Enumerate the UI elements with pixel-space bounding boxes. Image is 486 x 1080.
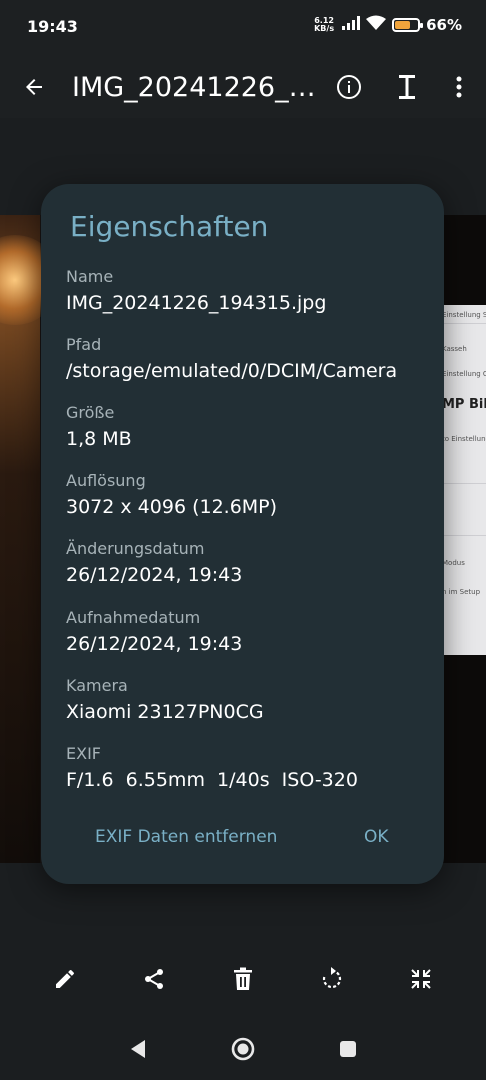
- property-value: 26/12/2024, 19:43: [66, 633, 243, 655]
- network-speed: 6.12 KB/s: [314, 17, 334, 33]
- delete-icon[interactable]: [226, 962, 260, 996]
- screen-text: Modus: [442, 559, 465, 567]
- remove-exif-button[interactable]: EXIF Daten entfernen: [95, 827, 277, 847]
- screen-text: Kasseh: [442, 345, 467, 353]
- system-nav-bar: [0, 1018, 486, 1080]
- screen-divider: [440, 323, 486, 324]
- property-value: 26/12/2024, 19:43: [66, 564, 243, 586]
- dialog-title: Eigenschaften: [70, 210, 269, 243]
- property-label: Änderungsdatum: [66, 539, 205, 558]
- property-modified-date: Änderungsdatum 26/12/2024, 19:43: [66, 538, 426, 588]
- app-bar: IMG_20241226_19…: [0, 56, 486, 118]
- network-speed-unit: KB/s: [314, 24, 335, 33]
- property-resolution: Auflösung 3072 x 4096 (12.6MP): [66, 470, 426, 520]
- nav-back-icon[interactable]: [123, 1034, 153, 1064]
- property-label: EXIF: [66, 744, 101, 763]
- property-label: Kamera: [66, 676, 128, 695]
- property-exif: EXIF F/1.6 6.55mm 1/40s ISO-320: [66, 743, 426, 793]
- screen-divider: [440, 535, 486, 536]
- status-indicators: 6.12 KB/s 66%: [314, 15, 462, 35]
- info-icon[interactable]: [332, 70, 366, 104]
- property-label: Aufnahmedatum: [66, 608, 201, 627]
- rotate-icon[interactable]: [315, 962, 349, 996]
- property-label: Name: [66, 267, 114, 286]
- wifi-icon: [366, 15, 387, 35]
- collapse-icon[interactable]: [404, 962, 438, 996]
- photo-left-area: [0, 215, 60, 863]
- image-title: IMG_20241226_19…: [72, 72, 322, 103]
- text-cursor-icon[interactable]: [390, 70, 424, 104]
- property-value: 1,8 MB: [66, 428, 132, 450]
- properties-dialog: Eigenschaften Name IMG_20241226_194315.j…: [41, 184, 444, 884]
- property-label: Pfad: [66, 335, 102, 354]
- ok-button[interactable]: OK: [364, 827, 389, 847]
- back-arrow-icon[interactable]: [17, 70, 51, 104]
- status-bar: 19:43 6.12 KB/s 66%: [0, 0, 486, 56]
- screen-text: to Einstellunge: [442, 435, 486, 443]
- status-time: 19:43: [27, 17, 78, 36]
- bottom-action-bar: [0, 945, 486, 1013]
- nav-home-icon[interactable]: [228, 1034, 258, 1064]
- screen-heading: MP Bilde: [442, 397, 486, 412]
- photo-monitor-screen: Einstellung SUMP Kasseh Einstellung Ordn…: [440, 305, 486, 655]
- screen-text: Einstellung Ordnun: [442, 370, 486, 378]
- edit-icon[interactable]: [48, 962, 82, 996]
- screen-text: Einstellung SUMP: [442, 311, 486, 319]
- property-name: Name IMG_20241226_194315.jpg: [66, 266, 426, 316]
- battery-level: [395, 21, 411, 29]
- property-value: IMG_20241226_194315.jpg: [66, 292, 327, 314]
- property-path: Pfad /storage/emulated/0/DCIM/Camera: [66, 334, 426, 384]
- property-value: /storage/emulated/0/DCIM/Camera: [66, 360, 398, 382]
- share-icon[interactable]: [137, 962, 171, 996]
- property-value: 3072 x 4096 (12.6MP): [66, 496, 278, 518]
- property-size: Größe 1,8 MB: [66, 402, 426, 452]
- screen-text: n im Setup: [442, 588, 481, 596]
- more-vert-icon[interactable]: [442, 70, 476, 104]
- property-value: Xiaomi 23127PN0CG: [66, 701, 264, 723]
- battery-percent: 66%: [426, 16, 462, 34]
- property-camera: Kamera Xiaomi 23127PN0CG: [66, 675, 426, 725]
- signal-icon: [342, 16, 361, 34]
- property-capture-date: Aufnahmedatum 26/12/2024, 19:43: [66, 607, 426, 657]
- property-value: F/1.6 6.55mm 1/40s ISO-320: [66, 769, 358, 791]
- screen-divider: [440, 483, 486, 484]
- property-label: Auflösung: [66, 471, 146, 490]
- property-label: Größe: [66, 403, 115, 422]
- nav-recents-icon[interactable]: [333, 1034, 363, 1064]
- battery-icon: [392, 18, 424, 32]
